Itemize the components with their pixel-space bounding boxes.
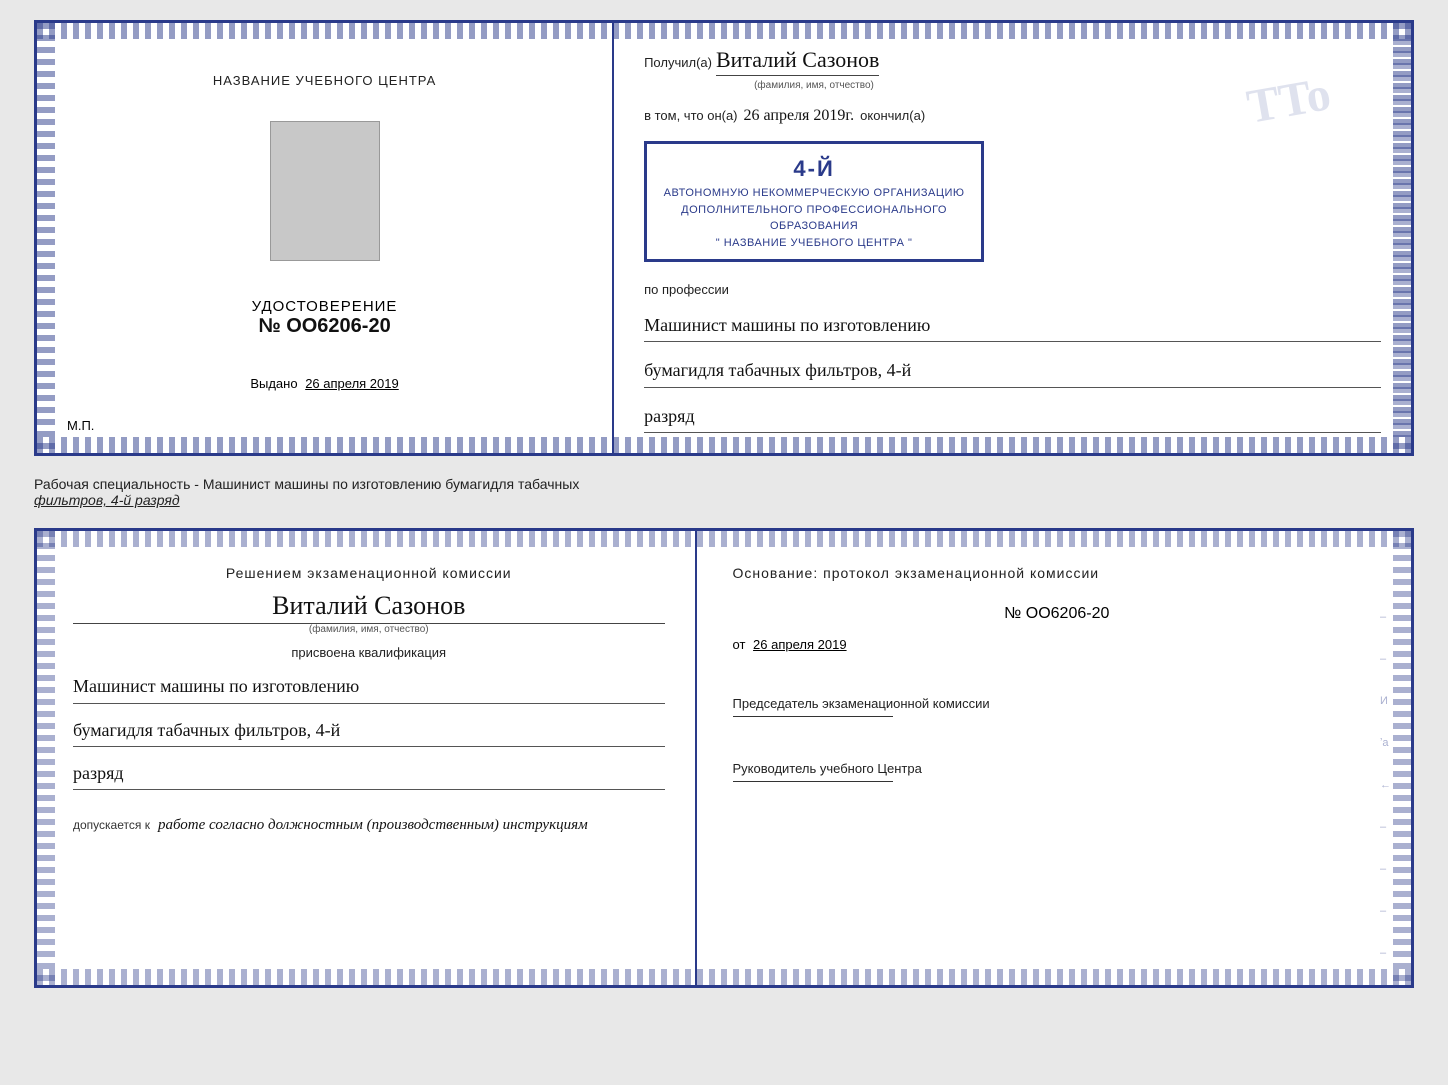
- middle-text-main: Рабочая специальность - Машинист машины …: [34, 476, 579, 492]
- profession-line2: бумагидля табачных фильтров, 4-й: [644, 354, 1381, 387]
- issued-date: 26 апреля 2019: [305, 376, 399, 391]
- bottom-qual-line2: бумагидля табачных фильтров, 4-й: [73, 714, 665, 747]
- basis-text: Основание: протокол экзаменационной коми…: [733, 565, 1381, 581]
- stamp-line2: ДОПОЛНИТЕЛЬНОГО ПРОФЕССИОНАЛЬНОГО ОБРАЗО…: [659, 202, 969, 235]
- issued-label: Выдано: [250, 376, 297, 391]
- completion-date: 26 апреля 2019г.: [744, 107, 855, 125]
- received-prefix: Получил(а): [644, 55, 712, 70]
- cert-number: № OO6206-20: [252, 315, 398, 338]
- head-sign-line: [733, 781, 893, 782]
- bottom-qual-line3: разряд: [73, 757, 665, 790]
- bottom-document: Решением экзаменационной комиссии Витали…: [34, 528, 1414, 988]
- mp-line: М.П.: [67, 418, 94, 433]
- bottom-name-subtext: (фамилия, имя, отчество): [73, 624, 665, 635]
- stamp-line1: АВТОНОМНУЮ НЕКОММЕРЧЕСКУЮ ОРГАНИЗАЦИЮ: [659, 185, 969, 202]
- admission-label: допускается к: [73, 818, 150, 832]
- profession-line3: разряд: [644, 400, 1381, 433]
- bottom-doc-right-panel: Основание: протокол экзаменационной коми…: [697, 531, 1411, 985]
- chair-title: Председатель экзаменационной комиссии: [733, 696, 1381, 711]
- from-date: 26 апреля 2019: [753, 637, 847, 652]
- profession-label: по профессии: [644, 282, 1381, 297]
- top-doc-right-panel: Получил(а) Виталий Сазонов (фамилия, имя…: [614, 23, 1411, 453]
- bottom-person-block: Виталий Сазонов (фамилия, имя, отчество): [73, 591, 665, 635]
- admission-block: допускается к работе согласно должностны…: [73, 816, 665, 834]
- assigned-text: присвоена квалификация: [73, 645, 665, 660]
- chair-sign-line: [733, 716, 893, 717]
- from-date-line: от 26 апреля 2019: [733, 637, 1381, 652]
- name-subtext-top: (фамилия, имя, отчество): [644, 80, 1381, 91]
- in-that-prefix: в том, что он(а): [644, 108, 737, 123]
- stamp-number: 4-й: [659, 152, 969, 185]
- right-side-indicators: – – И ʼа ← – – – –: [1380, 611, 1391, 959]
- head-block: Руководитель учебного Центра: [733, 747, 1381, 782]
- head-title: Руководитель учебного Центра: [733, 761, 1381, 776]
- received-line: Получил(а) Виталий Сазонов (фамилия, имя…: [644, 47, 1381, 91]
- top-document: НАЗВАНИЕ УЧЕБНОГО ЦЕНТРА УДОСТОВЕРЕНИЕ №…: [34, 20, 1414, 456]
- middle-text-block: Рабочая специальность - Машинист машины …: [34, 472, 1414, 512]
- issued-line: Выдано 26 апреля 2019: [250, 376, 398, 391]
- bottom-qual-line1: Машинист машины по изготовлению: [73, 670, 665, 703]
- cert-title-label: УДОСТОВЕРЕНИЕ: [252, 298, 398, 315]
- profession-line1: Машинист машины по изготовлению: [644, 309, 1381, 342]
- photo-placeholder: [270, 121, 380, 261]
- stamp-block: 4-й АВТОНОМНУЮ НЕКОММЕРЧЕСКУЮ ОРГАНИЗАЦИ…: [644, 141, 984, 262]
- bottom-doc-left-panel: Решением экзаменационной комиссии Витали…: [37, 531, 697, 985]
- top-doc-left-panel: НАЗВАНИЕ УЧЕБНОГО ЦЕНТРА УДОСТОВЕРЕНИЕ №…: [37, 23, 614, 453]
- from-prefix: от: [733, 637, 746, 652]
- middle-text-underlined: фильтров, 4-й разряд: [34, 492, 180, 508]
- institution-title-top: НАЗВАНИЕ УЧЕБНОГО ЦЕНТРА: [213, 73, 436, 88]
- protocol-number: № OO6206-20: [733, 605, 1381, 623]
- recipient-name: Виталий Сазонов: [716, 47, 879, 76]
- bottom-person-name: Виталий Сазонов: [73, 591, 665, 624]
- in-that-block: в том, что он(а) 26 апреля 2019г. окончи…: [644, 107, 1381, 125]
- chair-block: Председатель экзаменационной комиссии: [733, 682, 1381, 717]
- decision-text: Решением экзаменационной комиссии: [73, 565, 665, 581]
- admission-text: работе согласно должностным (производств…: [158, 817, 588, 833]
- completed-suffix: окончил(а): [860, 108, 925, 123]
- side-decorative-bar-right: [1393, 39, 1411, 437]
- cert-title-block: УДОСТОВЕРЕНИЕ № OO6206-20: [252, 298, 398, 338]
- stamp-line3: " НАЗВАНИЕ УЧЕБНОГО ЦЕНТРА ": [659, 235, 969, 252]
